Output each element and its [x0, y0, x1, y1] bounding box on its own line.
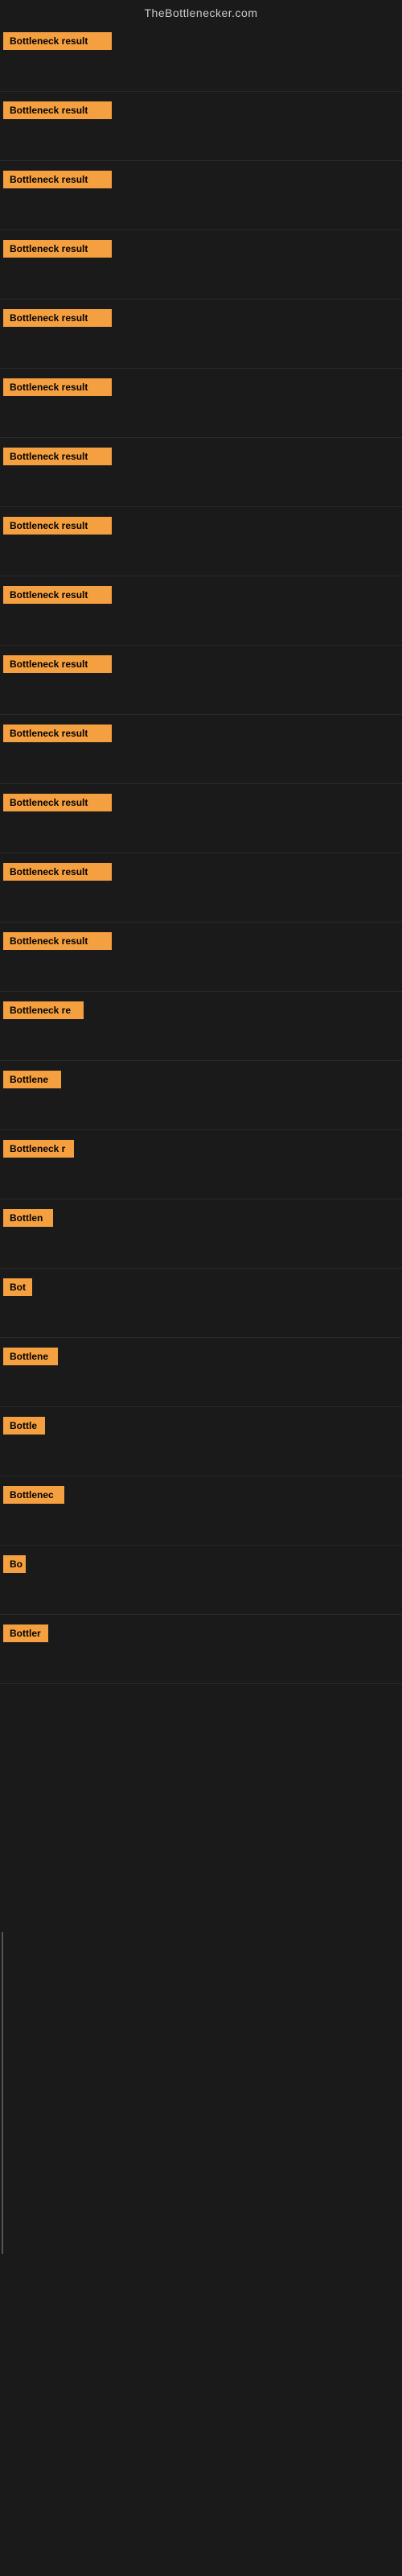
bottleneck-bar[interactable]: Bottleneck result: [3, 586, 112, 604]
bottleneck-bar[interactable]: Bottleneck result: [3, 863, 112, 881]
bottleneck-bar[interactable]: Bo: [3, 1555, 26, 1573]
bottleneck-bar[interactable]: Bottleneck result: [3, 309, 112, 327]
bottleneck-bar[interactable]: Bottleneck result: [3, 32, 112, 50]
bottleneck-row: Bottleneck result: [0, 507, 402, 576]
bottleneck-row: Bottleneck result: [0, 230, 402, 299]
bottleneck-row: Bottleneck result: [0, 923, 402, 992]
bottleneck-row: Bottle: [0, 1407, 402, 1476]
bottleneck-row: Bottleneck result: [0, 715, 402, 784]
bottleneck-bar[interactable]: Bottleneck result: [3, 932, 112, 950]
bottleneck-bar[interactable]: Bottleneck result: [3, 378, 112, 396]
bottleneck-row: Bottleneck result: [0, 576, 402, 646]
bottleneck-row: Bot: [0, 1269, 402, 1338]
bottleneck-bar[interactable]: Bottlenec: [3, 1486, 64, 1504]
bottleneck-row: Bottleneck result: [0, 23, 402, 92]
bottleneck-row: Bottleneck result: [0, 853, 402, 923]
bottleneck-row: Bottleneck result: [0, 299, 402, 369]
bottleneck-bar[interactable]: Bottleneck result: [3, 724, 112, 742]
bottleneck-row: Bottler: [0, 1615, 402, 1684]
bottleneck-row: Bottlen: [0, 1199, 402, 1269]
bottleneck-bar[interactable]: Bottler: [3, 1624, 48, 1642]
bottleneck-bar[interactable]: Bottlene: [3, 1071, 61, 1088]
bottleneck-row: Bottleneck re: [0, 992, 402, 1061]
site-title: TheBottlenecker.com: [0, 0, 402, 23]
bottleneck-row: Bottleneck result: [0, 646, 402, 715]
bottleneck-bar[interactable]: Bottleneck result: [3, 240, 112, 258]
bottleneck-row: Bottleneck result: [0, 784, 402, 853]
bottleneck-bar[interactable]: Bottleneck result: [3, 171, 112, 188]
bottleneck-row: Bottleneck r: [0, 1130, 402, 1199]
bottleneck-row: Bottlenec: [0, 1476, 402, 1546]
bottleneck-bar[interactable]: Bot: [3, 1278, 32, 1296]
bottleneck-bar[interactable]: Bottleneck result: [3, 794, 112, 811]
bottleneck-bar[interactable]: Bottlene: [3, 1348, 58, 1365]
bottleneck-row: Bottleneck result: [0, 161, 402, 230]
vertical-line: [2, 1932, 3, 2254]
bottleneck-bar[interactable]: Bottleneck result: [3, 448, 112, 465]
bottleneck-row: Bottleneck result: [0, 369, 402, 438]
bottleneck-bar[interactable]: Bottleneck result: [3, 655, 112, 673]
bottleneck-bar[interactable]: Bottleneck re: [3, 1001, 84, 1019]
bottleneck-bar[interactable]: Bottlen: [3, 1209, 53, 1227]
bottleneck-row: Bottlene: [0, 1338, 402, 1407]
bottleneck-bar[interactable]: Bottle: [3, 1417, 45, 1435]
bottleneck-bar[interactable]: Bottleneck result: [3, 101, 112, 119]
bottleneck-row: Bottleneck result: [0, 92, 402, 161]
bottleneck-row: Bottleneck result: [0, 438, 402, 507]
bottleneck-bar[interactable]: Bottleneck result: [3, 517, 112, 535]
bottleneck-row: Bo: [0, 1546, 402, 1615]
bottleneck-row: Bottlene: [0, 1061, 402, 1130]
bottleneck-bar[interactable]: Bottleneck r: [3, 1140, 74, 1158]
